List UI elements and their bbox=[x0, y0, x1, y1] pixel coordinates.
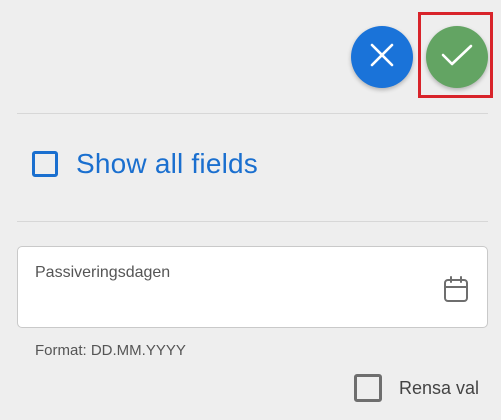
show-all-fields-checkbox[interactable] bbox=[32, 151, 58, 177]
passivation-date-label: Passiveringsdagen bbox=[35, 264, 171, 281]
divider bbox=[17, 113, 488, 114]
show-all-fields-toggle[interactable]: Show all fields bbox=[32, 148, 258, 180]
divider bbox=[17, 221, 488, 222]
cancel-button[interactable] bbox=[351, 26, 413, 88]
clear-selection-label: Rensa val bbox=[399, 377, 480, 398]
close-icon bbox=[369, 42, 395, 73]
show-all-fields-label: Show all fields bbox=[76, 148, 258, 179]
confirm-highlight-box bbox=[418, 12, 493, 98]
date-format-hint: Format: DD.MM.YYYY bbox=[35, 342, 186, 359]
passivation-date-field[interactable]: Passiveringsdagen bbox=[17, 246, 488, 328]
clear-selection-toggle[interactable]: Rensa val bbox=[354, 374, 479, 402]
calendar-icon[interactable] bbox=[443, 276, 469, 304]
clear-selection-checkbox[interactable] bbox=[354, 374, 382, 402]
